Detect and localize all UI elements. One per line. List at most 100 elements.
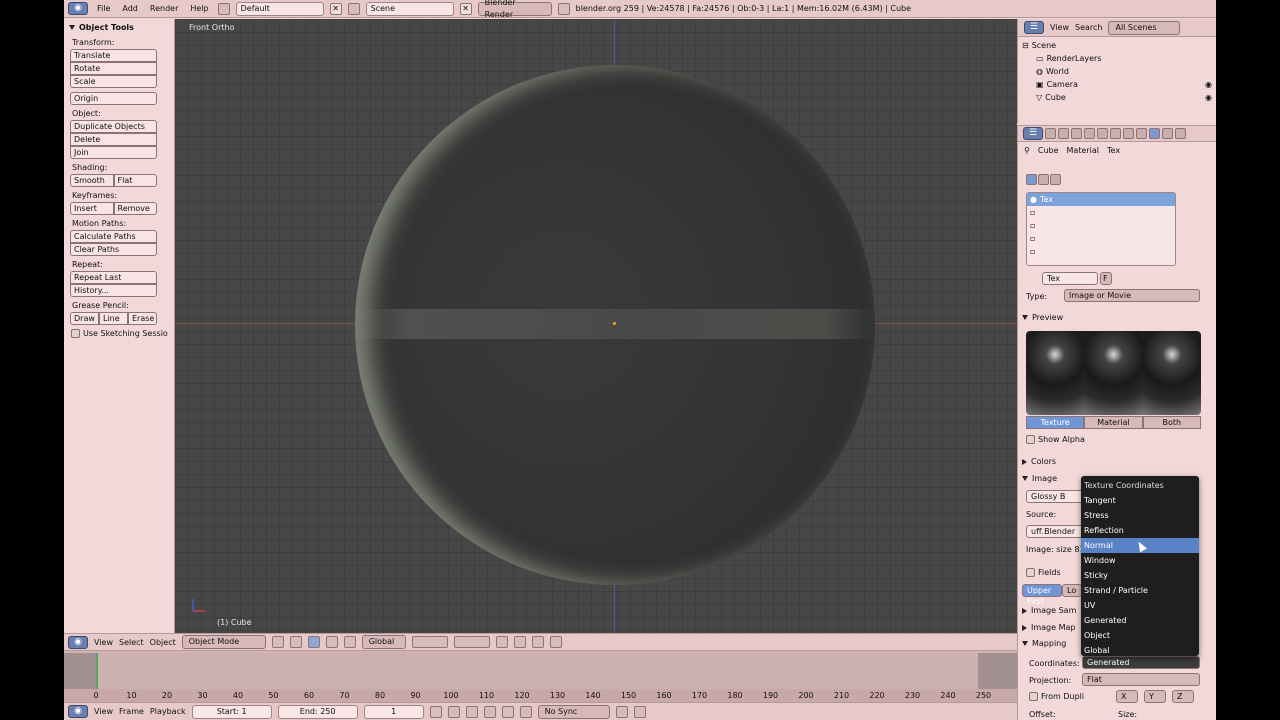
translate-manipulator-icon[interactable] <box>325 636 338 648</box>
view-menu[interactable]: View <box>94 638 113 647</box>
texture-slot-selected[interactable]: ● Tex <box>1027 193 1175 206</box>
menu-render[interactable]: Render <box>147 4 181 13</box>
texture-slot-empty[interactable]: ▫ <box>1027 219 1175 232</box>
history-button[interactable]: History... <box>70 284 157 297</box>
texture-tab-icon[interactable] <box>1149 128 1160 139</box>
x-mapping-dropdown[interactable]: X <box>1116 690 1138 703</box>
sketching-checkbox[interactable] <box>71 329 80 338</box>
screen-layout-icon[interactable] <box>217 2 230 15</box>
current-frame-field[interactable]: 1 <box>363 704 424 719</box>
line-button[interactable]: Line <box>99 312 128 325</box>
fields-row[interactable]: Fields <box>1026 568 1061 577</box>
menu-file[interactable]: File <box>94 4 113 13</box>
draw-button[interactable]: Draw <box>70 312 99 325</box>
menu-item-strand-particle[interactable]: Strand / Particle <box>1081 583 1199 598</box>
screen-layout-close-icon[interactable]: ✕ <box>329 2 342 15</box>
preview-texture-button[interactable]: Texture <box>1026 416 1085 429</box>
prev-key-icon[interactable] <box>447 705 460 718</box>
menu-item-reflection[interactable]: Reflection <box>1081 523 1199 538</box>
select-menu[interactable]: Select <box>119 638 144 647</box>
frame-ruler[interactable]: 0 10 20 30 40 50 60 70 80 90 100 110 120 130 140 150 160… <box>64 689 1017 703</box>
material-texture-context-icon[interactable] <box>1026 174 1037 185</box>
pivot-icon[interactable] <box>289 636 302 648</box>
duplicate-objects-button[interactable]: Duplicate Objects <box>70 120 157 133</box>
mapping-panel-header[interactable]: Mapping <box>1018 636 1066 652</box>
fields-checkbox[interactable] <box>1026 568 1035 577</box>
show-alpha-row[interactable]: Show Alpha <box>1026 435 1085 444</box>
outliner-item-world[interactable]: ◍ World <box>1022 65 1212 78</box>
timeline-playback-menu[interactable]: Playback <box>150 707 186 716</box>
scene-field[interactable]: Scene <box>365 1 454 16</box>
rotate-manipulator-icon[interactable] <box>343 636 356 648</box>
colors-panel-header[interactable]: Colors <box>1018 454 1056 470</box>
texture-name-field[interactable]: Tex <box>1042 272 1098 285</box>
world-texture-context-icon[interactable] <box>1038 174 1049 185</box>
brush-texture-context-icon[interactable] <box>1050 174 1061 185</box>
viewport-editor-type-icon[interactable]: ◉ <box>68 635 88 649</box>
snap-target-icon[interactable] <box>531 636 544 648</box>
scene-tab-icon[interactable] <box>1058 128 1069 139</box>
material-tab-icon[interactable] <box>1136 128 1147 139</box>
image-panel-header[interactable]: Image <box>1018 471 1057 487</box>
sketching-session-row[interactable]: Use Sketching Sessio <box>71 329 169 338</box>
next-key-icon[interactable] <box>501 705 514 718</box>
lower-first-button[interactable]: Lo <box>1062 584 1082 597</box>
shading-icon[interactable] <box>271 636 284 648</box>
timeline-track[interactable] <box>64 653 1017 689</box>
fake-user-button[interactable]: F <box>1100 272 1112 285</box>
render-engine-dropdown[interactable]: Blender Render <box>477 0 552 19</box>
start-frame-field[interactable]: Start: 1 <box>191 704 272 719</box>
texture-slot-empty[interactable]: ▫ <box>1027 245 1175 258</box>
scale-button[interactable]: Scale <box>70 75 157 88</box>
z-mapping-dropdown[interactable]: Z <box>1172 690 1194 703</box>
jump-end-icon[interactable] <box>519 705 532 718</box>
3d-viewport[interactable]: Front Ortho (1) Cube <box>175 19 1017 633</box>
sync-dropdown[interactable]: No Sync <box>537 704 610 719</box>
pin-icon[interactable]: ⚲ <box>1024 146 1030 155</box>
texture-type-dropdown[interactable]: Image or Movie <box>1064 289 1200 302</box>
render-tab-icon[interactable] <box>1045 128 1056 139</box>
texture-slot-empty[interactable]: ▫ <box>1027 232 1175 245</box>
outliner-item-renderlayers[interactable]: ▭ RenderLayers <box>1022 52 1212 65</box>
menu-item-stress[interactable]: Stress <box>1081 508 1199 523</box>
render-preview-icon[interactable] <box>549 636 562 648</box>
flat-button[interactable]: Flat <box>113 174 157 187</box>
preview-both-button[interactable]: Both <box>1142 416 1201 429</box>
end-frame-field[interactable]: End: 250 <box>277 704 358 719</box>
object-menu[interactable]: Object <box>150 638 176 647</box>
join-button[interactable]: Join <box>70 146 157 159</box>
calculate-paths-button[interactable]: Calculate Paths <box>70 230 157 243</box>
menu-item-object[interactable]: Object <box>1081 628 1199 643</box>
particles-tab-icon[interactable] <box>1162 128 1173 139</box>
texture-slot-empty[interactable]: ▫ <box>1027 206 1175 219</box>
layers-icon[interactable] <box>411 636 448 648</box>
layers-icon-2[interactable] <box>453 636 490 648</box>
tool-shelf-title[interactable]: Object Tools <box>69 23 169 32</box>
play-icon[interactable] <box>483 705 496 718</box>
smooth-button[interactable]: Smooth <box>70 174 114 187</box>
play-reverse-icon[interactable] <box>465 705 478 718</box>
physics-tab-icon[interactable] <box>1175 128 1186 139</box>
outliner-view-menu[interactable]: View <box>1050 23 1069 32</box>
upper-first-button[interactable]: Upper First <box>1022 584 1062 606</box>
origin-button[interactable]: Origin <box>70 92 157 105</box>
orientation-dropdown[interactable]: Global <box>361 635 406 649</box>
from-dupli-row[interactable]: From Dupli <box>1029 692 1084 701</box>
menu-item-tangent[interactable]: Tangent <box>1081 493 1199 508</box>
timeline-view-menu[interactable]: View <box>94 707 113 716</box>
delete-button[interactable]: Delete <box>70 133 157 146</box>
menu-item-window[interactable]: Window <box>1081 553 1199 568</box>
image-mapping-panel-header[interactable]: Image Map <box>1018 620 1075 636</box>
outliner-search-menu[interactable]: Search <box>1075 23 1102 32</box>
outliner-editor-type-icon[interactable]: ☰ <box>1024 21 1044 34</box>
projection-dropdown[interactable]: Flat <box>1082 673 1200 686</box>
menu-item-uv[interactable]: UV <box>1081 598 1199 613</box>
clear-paths-button[interactable]: Clear Paths <box>70 243 157 256</box>
data-tab-icon[interactable] <box>1123 128 1134 139</box>
menu-help[interactable]: Help <box>187 4 211 13</box>
menu-item-generated[interactable]: Generated <box>1081 613 1199 628</box>
erase-button[interactable]: Erase <box>128 312 157 325</box>
constraints-tab-icon[interactable] <box>1097 128 1108 139</box>
menu-item-global[interactable]: Global <box>1081 643 1199 658</box>
mode-dropdown[interactable]: Object Mode <box>181 635 266 649</box>
